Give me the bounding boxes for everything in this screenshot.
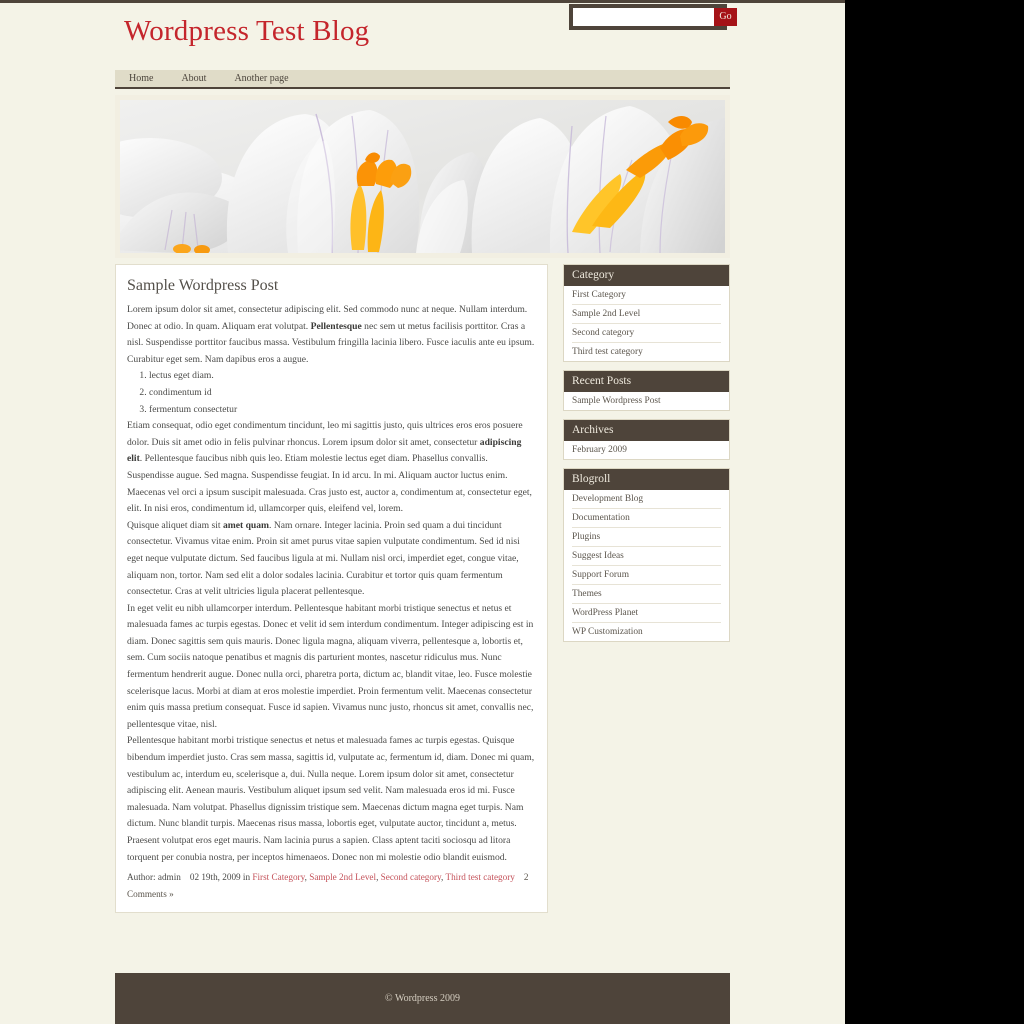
paragraph-3-text-a: Quisque aliquet diam sit <box>127 519 223 531</box>
list-item[interactable]: Support Forum <box>572 566 721 585</box>
site-header: Wordpress Test Blog Go <box>0 3 845 66</box>
list-item[interactable]: Third test category <box>572 343 721 361</box>
sidebar-item-third-test-category[interactable]: Third test category <box>572 343 721 361</box>
sidebar-item-first-category[interactable]: First Category <box>572 286 721 304</box>
post-paragraph-1: Lorem ipsum dolor sit amet, consectetur … <box>127 302 536 368</box>
nav-link-about[interactable]: About <box>167 70 220 87</box>
main-navigation: Home About Another page <box>115 70 730 89</box>
sidebar-item-plugins[interactable]: Plugins <box>572 528 721 546</box>
list-item: lectus eget diam. <box>149 368 536 385</box>
widget-archives: Archives February 2009 <box>563 419 730 460</box>
widget-list-blogroll: Development Blog Documentation Plugins S… <box>564 490 729 641</box>
list-item[interactable]: First Category <box>572 286 721 305</box>
nav-item-another-page[interactable]: Another page <box>220 70 302 87</box>
widget-blogroll: Blogroll Development Blog Documentation … <box>563 468 730 642</box>
list-item[interactable]: WP Customization <box>572 623 721 641</box>
search-form: Go <box>569 4 737 30</box>
list-item[interactable]: Sample 2nd Level <box>572 305 721 324</box>
list-item[interactable]: Themes <box>572 585 721 604</box>
paragraph-2-text-a: Etiam consequat, odio eget condimentum t… <box>127 420 523 448</box>
list-item[interactable]: Development Blog <box>572 490 721 509</box>
post-paragraph-5: Pellentesque habitant morbi tristique se… <box>127 735 535 863</box>
post-category-link-3[interactable]: Second category <box>381 872 441 882</box>
post-ordered-list: lectus eget diam. condimentum id ferment… <box>127 368 536 418</box>
footer-copyright: © Wordpress 2009 <box>385 993 460 1004</box>
sidebar-item-themes[interactable]: Themes <box>572 585 721 603</box>
widget-list-category: First Category Sample 2nd Level Second c… <box>564 286 729 361</box>
widget-recent-posts: Recent Posts Sample Wordpress Post <box>563 370 730 411</box>
paragraph-3-text-b: . Nam ornare. Integer lacinia. Proin sed… <box>127 519 520 598</box>
crocus-flower-illustration <box>120 100 725 253</box>
paragraph-3-bold: amet quam <box>222 519 270 531</box>
post-paragraph-3: Quisque aliquet diam sit amet quam. Nam … <box>127 518 536 601</box>
header-banner <box>115 95 730 258</box>
sidebar-item-support-forum[interactable]: Support Forum <box>572 566 721 584</box>
widget-title-blogroll: Blogroll <box>564 469 729 490</box>
list-item[interactable]: Plugins <box>572 528 721 547</box>
post-category-link-4[interactable]: Third test category <box>445 872 514 882</box>
paragraph-2-text-b: . Pellentesque faucibus nibh quis leo. E… <box>127 453 532 515</box>
sidebar-item-sample-2nd-level[interactable]: Sample 2nd Level <box>572 305 721 323</box>
list-item[interactable]: February 2009 <box>572 441 721 459</box>
sidebar-item-second-category[interactable]: Second category <box>572 324 721 342</box>
nav-list: Home About Another page <box>115 70 730 87</box>
post-author: Author: admin <box>127 872 181 883</box>
post-title: Sample Wordpress Post <box>127 277 279 294</box>
list-item[interactable]: Second category <box>572 324 721 343</box>
site-footer: © Wordpress 2009 <box>115 973 730 1024</box>
sidebar-item-wordpress-planet[interactable]: WordPress Planet <box>572 604 721 622</box>
list-item: condimentum id <box>149 385 536 402</box>
nav-item-home[interactable]: Home <box>115 70 167 87</box>
sidebar-item-suggest-ideas[interactable]: Suggest Ideas <box>572 547 721 565</box>
post-meta: Author: admin 02 19th, 2009 in First Cate… <box>127 872 529 899</box>
sidebar-item-sample-wordpress-post[interactable]: Sample Wordpress Post <box>572 392 721 410</box>
page-root: Wordpress Test Blog Go Home About Anothe… <box>0 0 845 1024</box>
nav-item-about[interactable]: About <box>167 70 220 87</box>
nav-link-home[interactable]: Home <box>115 70 167 87</box>
sidebar-item-wp-customization[interactable]: WP Customization <box>572 623 721 641</box>
sidebar: Category First Category Sample 2nd Level… <box>563 264 730 650</box>
post-category-link-2[interactable]: Sample 2nd Level <box>309 872 376 882</box>
list-item[interactable]: Documentation <box>572 509 721 528</box>
widget-list-archives: February 2009 <box>564 441 729 459</box>
paragraph-1-bold: Pellentesque <box>310 320 362 332</box>
list-item[interactable]: Sample Wordpress Post <box>572 392 721 410</box>
post-category-link-1[interactable]: First Category <box>252 872 304 882</box>
page-title: Wordpress Test Blog <box>124 15 370 47</box>
widget-category: Category First Category Sample 2nd Level… <box>563 264 730 362</box>
list-item: fermentum consectetur <box>149 402 536 419</box>
widget-title-category: Category <box>564 265 729 286</box>
widget-title-recent-posts: Recent Posts <box>564 371 729 392</box>
post-body: Lorem ipsum dolor sit amet, consectetur … <box>127 302 536 866</box>
list-item[interactable]: Suggest Ideas <box>572 547 721 566</box>
sidebar-item-development-blog[interactable]: Development Blog <box>572 490 721 508</box>
sidebar-item-february-2009[interactable]: February 2009 <box>572 441 721 459</box>
list-item[interactable]: WordPress Planet <box>572 604 721 623</box>
search-input[interactable] <box>573 8 714 26</box>
post-content-column: Sample Wordpress Post Lorem ipsum dolor … <box>115 264 548 914</box>
nav-link-another-page[interactable]: Another page <box>220 70 302 87</box>
post-date: 02 19th, 2009 in <box>189 872 251 883</box>
banner-photo-crocus-flowers <box>120 100 725 253</box>
widget-title-archives: Archives <box>564 420 729 441</box>
widget-list-recent-posts: Sample Wordpress Post <box>564 392 729 410</box>
post-paragraph-2: Etiam consequat, odio eget condimentum t… <box>127 418 536 518</box>
search-go-button[interactable]: Go <box>714 8 737 26</box>
post-paragraph-4: In eget velit eu nibh ullamcorper interd… <box>127 602 534 730</box>
sidebar-item-documentation[interactable]: Documentation <box>572 509 721 527</box>
